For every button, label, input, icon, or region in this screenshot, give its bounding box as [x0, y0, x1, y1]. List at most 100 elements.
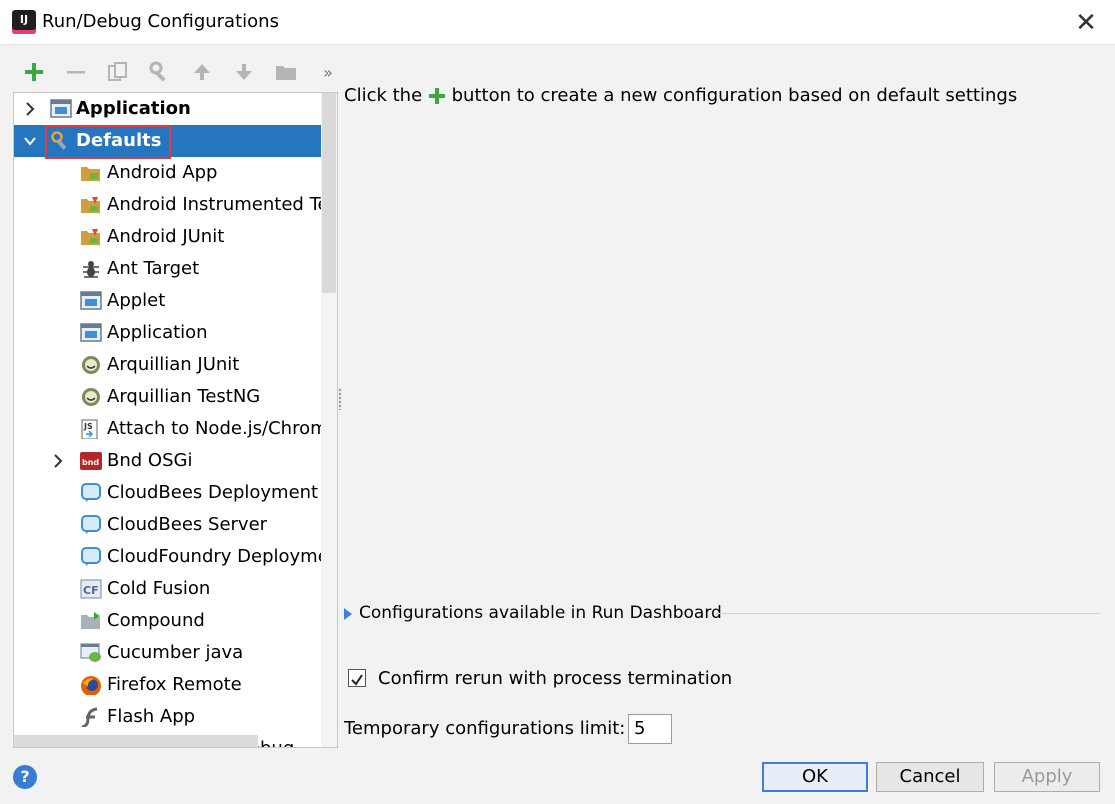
edit-defaults-button[interactable]	[146, 58, 174, 86]
tree-item-label: CloudFoundry Deployment	[107, 546, 338, 567]
cloudfoundry-icon	[81, 547, 101, 566]
android-test-icon	[81, 197, 100, 213]
intellij-app-icon: IJ	[12, 10, 36, 34]
application-icon	[50, 99, 72, 118]
triangle-right-icon[interactable]	[344, 608, 352, 620]
tree-item-label: Compound	[107, 610, 205, 631]
defaults-highlight-box	[45, 125, 171, 159]
flash-icon	[81, 707, 98, 727]
confirm-rerun-checkbox[interactable]	[348, 669, 366, 687]
tree-item-label: Arquillian TestNG	[107, 386, 261, 407]
plus-icon	[25, 63, 43, 81]
cloudbees-icon	[81, 515, 101, 534]
temp-limit-row: Temporary configurations limit: 5	[344, 714, 672, 744]
nodejs-icon: JS	[81, 419, 98, 439]
tree-item-android-junit[interactable]: Android JUnit	[14, 221, 321, 253]
folder-icon	[276, 66, 296, 80]
create-folder-button[interactable]	[272, 58, 300, 86]
apply-button[interactable]: Apply	[994, 762, 1100, 792]
minus-icon	[67, 71, 85, 74]
tree-item-label: Cold Fusion	[107, 578, 211, 599]
tree-item-cucumber-java[interactable]: Cucumber java	[14, 637, 321, 669]
arrow-up-icon	[194, 64, 210, 80]
run-dashboard-section[interactable]: Configurations available in Run Dashboar…	[344, 600, 1100, 626]
tree-item-label: CloudBees Server	[107, 514, 268, 535]
svg-text:bnd: bnd	[82, 458, 99, 467]
window-title: Run/Debug Configurations	[42, 11, 279, 32]
tree-item-cloudfoundry-deployment[interactable]: CloudFoundry Deployment	[14, 541, 337, 573]
tree-item-application[interactable]: Application	[14, 317, 321, 349]
tree-item-attach-nodejs-chrome[interactable]: JS Attach to Node.js/Chrome	[14, 413, 337, 445]
tree-item-applet[interactable]: Applet	[14, 285, 321, 317]
confirm-rerun-label: Confirm rerun with process termination	[378, 668, 733, 689]
tree-vertical-scrollbar[interactable]	[321, 93, 337, 747]
tree-item-label: Flash App	[107, 706, 196, 727]
tree-item-label: Android Instrumented Tests	[107, 194, 338, 215]
android-app-icon	[81, 167, 100, 181]
temp-limit-input[interactable]: 5	[628, 714, 672, 744]
copy-configuration-button[interactable]	[104, 58, 132, 86]
arquillian-icon	[82, 356, 100, 374]
tree-item-android-instrumented-tests[interactable]: Android Instrumented Tests	[14, 189, 337, 221]
ant-icon	[83, 261, 99, 278]
tree-item-ant-target[interactable]: Ant Target	[14, 253, 321, 285]
tree-horizontal-scrollbar-thumb[interactable]	[14, 735, 258, 747]
tree-item-cold-fusion[interactable]: CF Cold Fusion	[14, 573, 321, 605]
tree-item-label: Arquillian JUnit	[107, 354, 240, 375]
chevron-double-right-icon: »	[323, 62, 333, 82]
coldfusion-icon: CF	[80, 579, 102, 599]
tree-item-label: Ant Target	[107, 258, 200, 279]
help-button[interactable]: ?	[13, 765, 37, 789]
tree-item-arquillian-junit[interactable]: Arquillian JUnit	[14, 349, 321, 381]
tree-item-label: Android JUnit	[107, 226, 225, 247]
configuration-tree[interactable]: Application Defaults Android App Android…	[13, 92, 338, 748]
ok-button[interactable]: OK	[762, 762, 868, 792]
cancel-button[interactable]: Cancel	[876, 762, 984, 792]
cloudbees-icon	[81, 483, 101, 502]
tree-item-application-group[interactable]: Application	[14, 93, 321, 125]
section-divider	[716, 613, 1100, 614]
tree-item-firefox-remote[interactable]: Firefox Remote	[14, 669, 321, 701]
wrench-icon	[149, 61, 166, 82]
close-icon: ✕	[1075, 8, 1097, 38]
splitter-handle[interactable]	[338, 388, 342, 410]
arquillian-icon	[82, 388, 100, 406]
tree-item-cloudbees-server[interactable]: CloudBees Server	[14, 509, 321, 541]
checkmark-icon	[351, 674, 363, 686]
tree-item-label: CloudBees Deployment	[107, 482, 319, 503]
firefox-icon	[81, 676, 101, 695]
temp-limit-label: Temporary configurations limit:	[344, 718, 626, 739]
tree-item-label: Bnd OSGi	[107, 450, 193, 471]
tree-item-flash-app[interactable]: Flash App	[14, 701, 321, 733]
tree-item-cloudbees-deployment[interactable]: CloudBees Deployment	[14, 477, 321, 509]
copy-icon	[108, 62, 127, 81]
svg-text:CF: CF	[83, 584, 99, 597]
tree-item-arquillian-testng[interactable]: Arquillian TestNG	[14, 381, 321, 413]
scrollbar-thumb[interactable]	[322, 93, 336, 293]
application-icon	[80, 323, 102, 342]
tree-item-label: Attach to Node.js/Chrome	[107, 418, 338, 439]
compound-icon	[81, 612, 100, 629]
applet-icon	[80, 291, 102, 310]
tree-item-label: Application	[76, 98, 191, 119]
svg-text:JS: JS	[83, 422, 93, 431]
run-dashboard-label: Configurations available in Run Dashboar…	[359, 603, 722, 623]
bnd-icon: bnd	[80, 452, 102, 470]
remove-configuration-button[interactable]	[62, 58, 90, 86]
android-junit-icon	[81, 229, 100, 245]
move-up-button[interactable]	[188, 58, 216, 86]
hint-text: Click the button to create a new configu…	[344, 85, 1018, 106]
tree-item-label: Android App	[107, 162, 218, 183]
tree-item-android-app[interactable]: Android App	[14, 157, 321, 189]
tree-item-compound[interactable]: Compound	[14, 605, 321, 637]
close-button[interactable]: ✕	[1071, 8, 1101, 38]
tree-item-label: Application	[107, 322, 208, 343]
title-bar: IJ Run/Debug Configurations ✕	[0, 0, 1115, 45]
more-actions-button[interactable]: »	[314, 58, 342, 86]
tree-item-bnd-osgi[interactable]: bnd Bnd OSGi	[14, 445, 321, 477]
tree-item-label: Cucumber java	[107, 642, 244, 663]
move-down-button[interactable]	[230, 58, 258, 86]
plus-icon	[428, 88, 445, 104]
add-configuration-button[interactable]	[20, 58, 48, 86]
tree-item-label: Firefox Remote	[107, 674, 242, 695]
